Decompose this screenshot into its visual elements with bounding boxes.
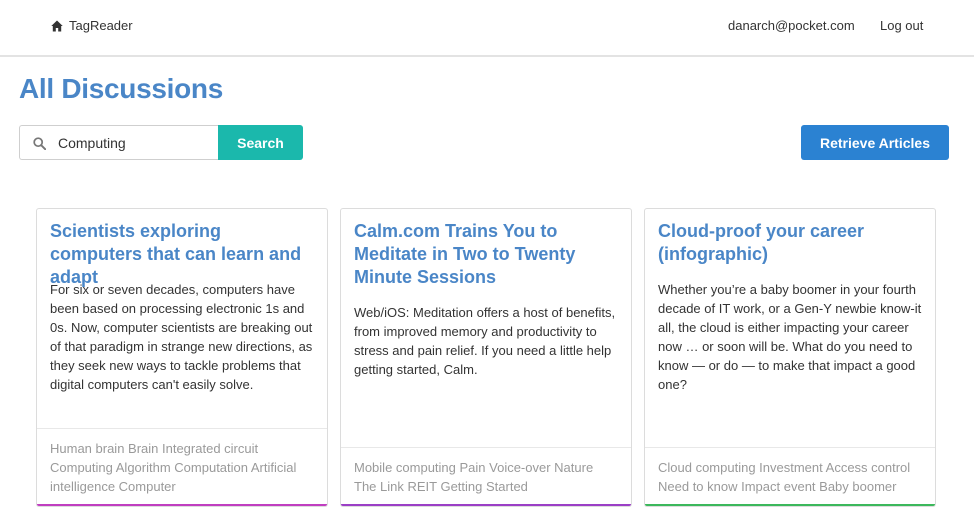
home-icon [51, 20, 63, 31]
brand-link[interactable]: TagReader [51, 18, 133, 33]
search-icon [33, 137, 46, 150]
article-tags: Human brain Brain Integrated circuit Com… [37, 428, 327, 506]
article-tags: Mobile computing Pain Voice-over Nature … [341, 447, 631, 506]
search-box [19, 125, 219, 160]
article-card: Calm.com Trains You to Meditate in Two t… [340, 208, 632, 507]
user-email: danarch@pocket.com [728, 18, 855, 33]
article-title[interactable]: Calm.com Trains You to Meditate in Two t… [354, 220, 620, 289]
logout-link[interactable]: Log out [880, 18, 923, 33]
article-title[interactable]: Scientists exploring computers that can … [50, 220, 316, 289]
article-tags: Cloud computing Investment Access contro… [645, 447, 935, 506]
retrieve-articles-button[interactable]: Retrieve Articles [801, 125, 949, 160]
page-title: All Discussions [19, 73, 224, 104]
search-input[interactable] [58, 126, 216, 159]
top-navbar: TagReader danarch@pocket.com Log out [0, 0, 974, 57]
card-accent-bar [341, 504, 631, 506]
search-button[interactable]: Search [218, 125, 303, 160]
card-accent-bar [645, 504, 935, 506]
article-card: Cloud-proof your career (infographic) Wh… [644, 208, 936, 507]
article-description: Whether you’re a baby boomer in your fou… [658, 282, 922, 392]
article-description: Web/iOS: Meditation offers a host of ben… [354, 305, 616, 377]
card-accent-bar [37, 504, 327, 506]
article-card: Scientists exploring computers that can … [36, 208, 328, 507]
article-title[interactable]: Cloud-proof your career (infographic) [658, 220, 924, 266]
brand-label: TagReader [69, 18, 133, 33]
article-description: For six or seven decades, computers have… [50, 282, 313, 392]
